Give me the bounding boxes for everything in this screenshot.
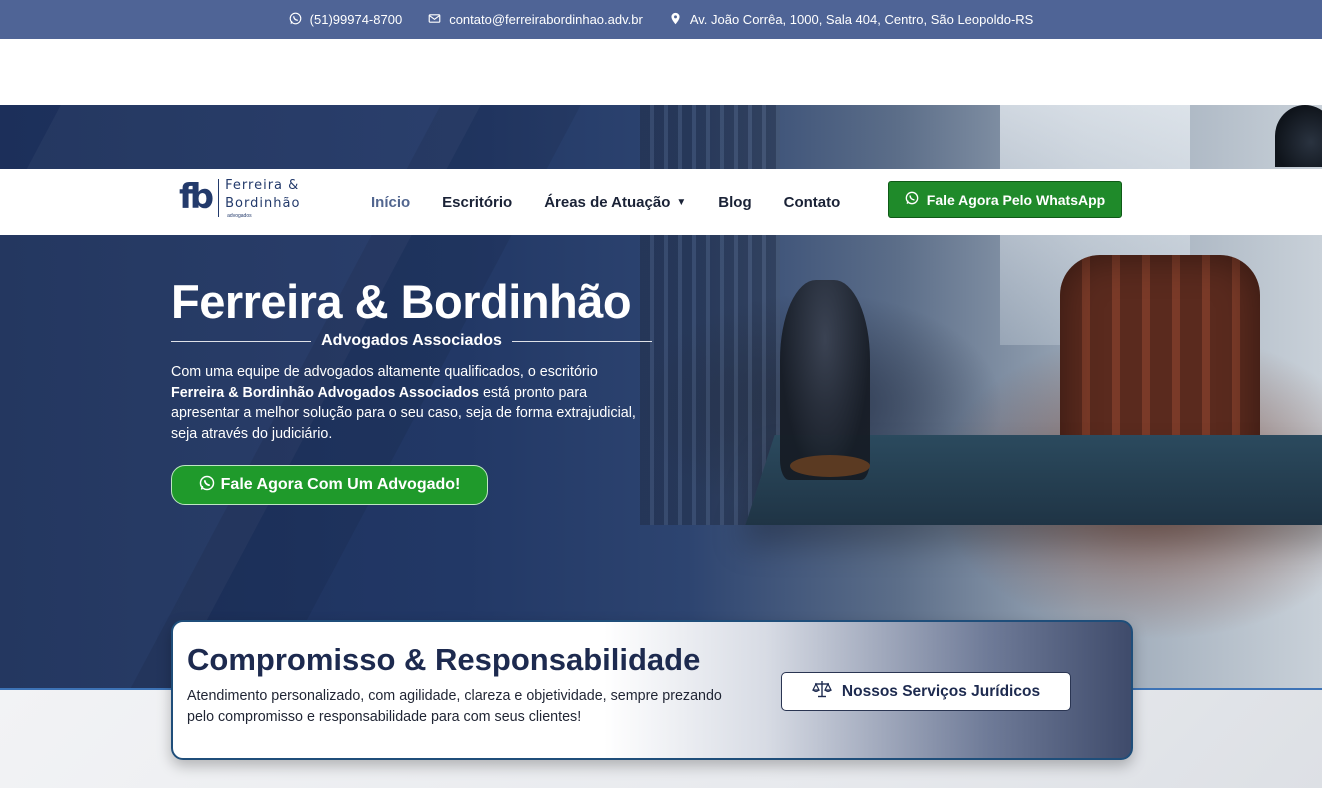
- nav-label: Contato: [783, 193, 841, 211]
- email-address: contato@ferreirabordinhao.adv.br: [449, 12, 643, 27]
- nav-label: Escritório: [442, 193, 513, 211]
- hero-subtitle: Advogados Associados: [321, 332, 502, 349]
- whatsapp-cta-label: Fale Agora Pelo WhatsApp: [926, 191, 1106, 208]
- nav-item-areas-de-atuacao[interactable]: Áreas de Atuação ▼: [544, 194, 686, 211]
- address-text: Av. João Corrêa, 1000, Sala 404, Centro,…: [689, 12, 1034, 27]
- logo-line-2: Bordinhão: [225, 196, 301, 211]
- talk-to-lawyer-label: Fale Agora Com Um Advogado!: [220, 476, 461, 493]
- subtitle-divider-left: [171, 340, 312, 342]
- whatsapp-icon: [289, 12, 302, 28]
- talk-to-lawyer-button[interactable]: Fale Agora Com Um Advogado!: [171, 465, 488, 505]
- commitment-card: Compromisso & Responsabilidade Atendimen…: [171, 620, 1133, 760]
- nav-item-inicio[interactable]: Início: [371, 194, 410, 211]
- lamp-image: [1275, 105, 1322, 167]
- whatsapp-icon: [905, 191, 919, 208]
- hero-description: Com uma equipe de advogados altamente qu…: [171, 362, 651, 444]
- gavel-base-image: [790, 455, 870, 477]
- phone-number: (51)99974-8700: [309, 12, 403, 27]
- hero-subtitle-row: Advogados Associados: [171, 331, 652, 351]
- bookshelf-image: [640, 105, 780, 525]
- legal-services-button[interactable]: Nossos Serviços Jurídicos: [781, 672, 1071, 711]
- subtitle-divider-right: [511, 340, 652, 342]
- whatsapp-cta-button[interactable]: Fale Agora Pelo WhatsApp: [888, 181, 1122, 218]
- email-contact[interactable]: contato@ferreirabordinhao.adv.br: [428, 12, 643, 28]
- hero-text-start: Com uma equipe de advogados altamente qu…: [171, 364, 598, 380]
- envelope-icon: [428, 12, 441, 28]
- chevron-down-icon: ▼: [676, 196, 687, 208]
- nav-item-contato[interactable]: Contato: [784, 194, 841, 211]
- legal-services-label: Nossos Serviços Jurídicos: [841, 682, 1041, 700]
- nav-label: Início: [371, 193, 411, 211]
- card-text: Atendimento personalizado, com agilidade…: [187, 688, 722, 725]
- scales-icon: [811, 680, 832, 703]
- phone-contact[interactable]: (51)99974-8700: [289, 12, 403, 28]
- address-contact[interactable]: Av. João Corrêa, 1000, Sala 404, Centro,…: [669, 12, 1034, 28]
- site-logo[interactable]: fb Ferreira & Bordinhão advogados: [179, 177, 300, 219]
- logo-mark: fb: [179, 177, 214, 217]
- logo-line-1: Ferreira &: [225, 178, 300, 193]
- contact-bar: (51)99974-8700 contato@ferreirabordinhao…: [0, 0, 1322, 39]
- logo-line-3: advogados: [227, 213, 252, 219]
- nav-label: Áreas de Atuação: [544, 193, 671, 211]
- logo-wordmark: Ferreira & Bordinhão advogados: [225, 177, 300, 219]
- hero-text-bold: Ferreira & Bordinhão Advogados Associado…: [171, 384, 479, 401]
- nav-item-blog[interactable]: Blog: [718, 194, 751, 211]
- card-title: Compromisso & Responsabilidade: [187, 642, 701, 677]
- whatsapp-icon: [199, 475, 215, 496]
- map-pin-icon: [669, 12, 682, 28]
- hero-title: Ferreira & Bordinhão: [171, 275, 632, 328]
- main-navbar: fb Ferreira & Bordinhão advogados Início…: [0, 169, 1322, 235]
- justice-statue-image: [780, 280, 870, 480]
- main-menu: Início Escritório Áreas de Atuação ▼ Blog…: [371, 169, 840, 235]
- nav-item-escritorio[interactable]: Escritório: [442, 194, 512, 211]
- logo-divider: [218, 179, 220, 217]
- nav-label: Blog: [718, 193, 752, 211]
